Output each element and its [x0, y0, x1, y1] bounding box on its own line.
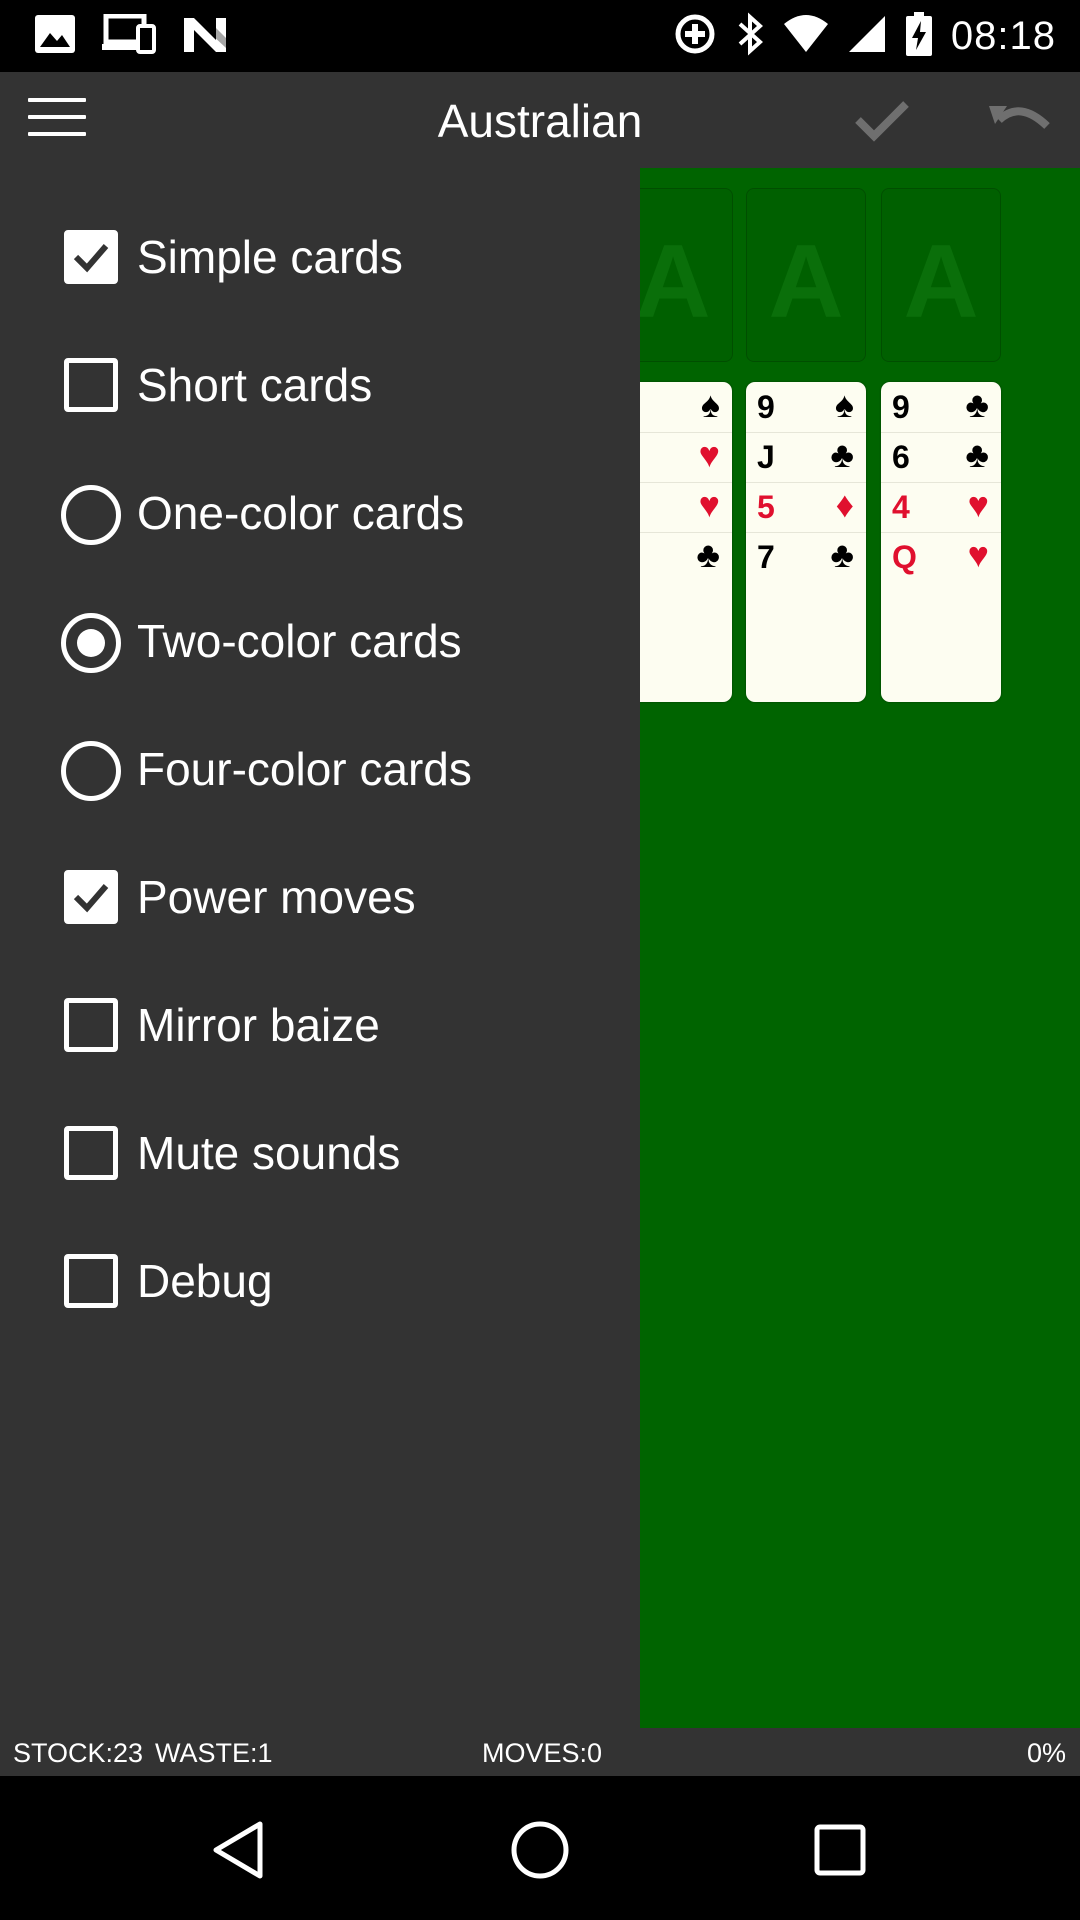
spade-icon: ♠	[700, 384, 720, 425]
card-rank: 9	[892, 389, 910, 425]
checkbox-unchecked-icon[interactable]	[64, 1254, 118, 1308]
card-rank: Q	[892, 539, 917, 575]
heart-icon: ♥	[698, 484, 720, 525]
stock-count: STOCK:23	[13, 1738, 144, 1768]
diamond-icon: ♦	[835, 484, 854, 525]
option-label: Mute sounds	[137, 1127, 401, 1179]
option-power-moves[interactable]: Power moves	[0, 838, 640, 948]
club-icon: ♣	[696, 534, 720, 575]
radio-selected-icon[interactable]	[61, 613, 121, 673]
waste-count: WASTE:1	[155, 1738, 273, 1768]
option-label: Debug	[137, 1255, 273, 1307]
club-icon: ♣	[965, 434, 989, 475]
foundation-placeholder: A	[903, 224, 979, 340]
checkbox-unchecked-icon[interactable]	[64, 998, 118, 1052]
tableau-pile[interactable]: 9 ♠ J ♣ 5 ♦ 7 ♣	[746, 382, 866, 702]
data-saver-icon	[673, 12, 717, 61]
option-label: Two-color cards	[137, 615, 462, 667]
card-rank: J	[757, 439, 775, 475]
card[interactable]: 9 ♠	[746, 382, 866, 432]
tableau-pile[interactable]: 9 ♣ 6 ♣ 4 ♥ Q ♥	[881, 382, 1001, 702]
devices-icon	[102, 13, 156, 59]
heart-icon: ♥	[967, 484, 989, 525]
heart-icon: ♥	[967, 534, 989, 575]
option-debug[interactable]: Debug	[0, 1222, 640, 1332]
signal-icon	[847, 14, 887, 59]
settings-drawer: Simple cards Short cards One-color cards Tw…	[0, 168, 640, 1728]
foundation-pile[interactable]: A	[746, 188, 866, 362]
status-bar-right: 08:18	[673, 11, 1056, 61]
home-icon[interactable]	[510, 1820, 570, 1885]
spade-icon: ♠	[834, 384, 854, 425]
card[interactable]: J ♣	[746, 432, 866, 482]
option-label: One-color cards	[137, 487, 465, 539]
club-icon: ♣	[965, 384, 989, 425]
club-icon: ♣	[830, 534, 854, 575]
card[interactable]: 9 ♣	[881, 382, 1001, 432]
checkbox-checked-icon[interactable]	[64, 870, 118, 924]
foundation-pile[interactable]: A	[881, 188, 1001, 362]
heart-icon: ♥	[698, 434, 720, 475]
option-label: Short cards	[137, 359, 373, 411]
card[interactable]: 4 ♥	[881, 482, 1001, 532]
option-label: Four-color cards	[137, 743, 472, 795]
radio-unselected-icon[interactable]	[61, 741, 121, 801]
status-bar-left	[34, 12, 228, 60]
radio-unselected-icon[interactable]	[61, 485, 121, 545]
option-label: Power moves	[137, 871, 416, 923]
wifi-icon	[783, 14, 829, 59]
option-short-cards[interactable]: Short cards	[0, 326, 640, 436]
bluetooth-icon	[735, 12, 765, 61]
club-icon: ♣	[830, 434, 854, 475]
card[interactable]: 5 ♦	[746, 482, 866, 532]
card[interactable]: 6 ♣	[881, 432, 1001, 482]
card[interactable]: Q ♥	[881, 532, 1001, 582]
foundation-placeholder: A	[768, 224, 844, 340]
system-nav-bar	[0, 1776, 1080, 1920]
check-icon[interactable]	[852, 90, 912, 150]
image-icon	[34, 14, 76, 59]
card[interactable]: 7 ♣	[746, 532, 866, 582]
card-rank: 4	[892, 489, 910, 525]
page-title: Australian	[437, 95, 643, 147]
option-one-color-cards[interactable]: One-color cards	[0, 454, 640, 564]
status-bar: 08:18	[0, 0, 1080, 72]
moves-count: MOVES:0	[482, 1738, 603, 1768]
back-icon[interactable]	[210, 1820, 266, 1885]
card-rank: 7	[757, 539, 775, 575]
card-rank: 5	[757, 489, 775, 525]
option-two-color-cards[interactable]: Two-color cards	[0, 582, 640, 692]
option-four-color-cards[interactable]: Four-color cards	[0, 710, 640, 820]
undo-icon[interactable]	[985, 90, 1055, 150]
completion-percent: 0%	[1026, 1738, 1066, 1768]
app-toolbar: Australian	[0, 72, 1080, 168]
checkbox-checked-icon[interactable]	[64, 230, 118, 284]
recents-icon[interactable]	[814, 1824, 866, 1881]
status-time: 08:18	[950, 13, 1056, 58]
option-mute-sounds[interactable]: Mute sounds	[0, 1094, 640, 1204]
battery-charging-icon	[905, 11, 933, 61]
game-status-bar: STOCK:23 WASTE:1 MOVES:0 0%	[0, 1728, 1080, 1776]
n-logo-icon	[182, 14, 228, 59]
option-label: Simple cards	[137, 231, 403, 283]
option-simple-cards[interactable]: Simple cards	[0, 198, 640, 308]
card-rank: 9	[757, 389, 775, 425]
card-rank: 6	[892, 439, 910, 475]
option-mirror-baize[interactable]: Mirror baize	[0, 966, 640, 1076]
checkbox-unchecked-icon[interactable]	[64, 358, 118, 412]
checkbox-unchecked-icon[interactable]	[64, 1126, 118, 1180]
option-label: Mirror baize	[137, 999, 380, 1051]
